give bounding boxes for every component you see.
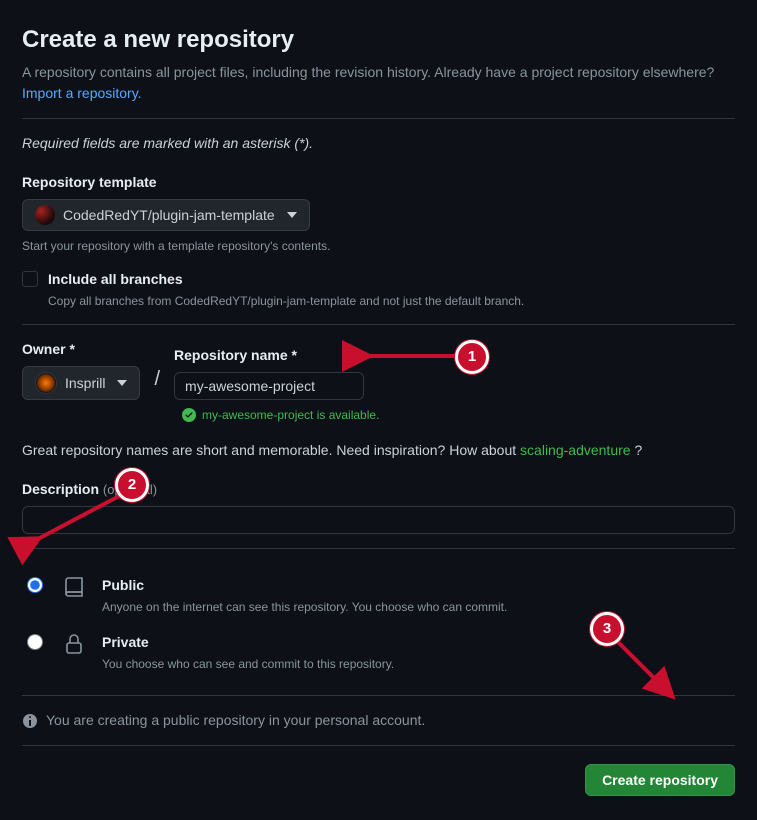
info-note-text: You are creating a public repository in … bbox=[46, 710, 425, 731]
visibility-public-title: Public bbox=[102, 575, 507, 596]
description-label: Description bbox=[22, 481, 99, 497]
visibility-section: Public Anyone on the internet can see th… bbox=[22, 567, 735, 681]
page-title: Create a new repository bbox=[22, 22, 735, 58]
visibility-private-title: Private bbox=[102, 632, 394, 653]
visibility-private-row[interactable]: Private You choose who can see and commi… bbox=[22, 624, 735, 681]
template-selected-value: CodedRedYT/plugin-jam-template bbox=[63, 207, 275, 223]
owner-name: Insprill bbox=[65, 375, 105, 391]
divider bbox=[22, 118, 735, 119]
template-select[interactable]: CodedRedYT/plugin-jam-template bbox=[22, 199, 310, 231]
suggested-name-link[interactable]: scaling-adventure bbox=[520, 442, 631, 458]
divider bbox=[22, 324, 735, 325]
inspiration-prefix: Great repository names are short and mem… bbox=[22, 442, 520, 458]
include-branches-row: Include all branches Copy all branches f… bbox=[22, 269, 735, 310]
create-repo-form: Create a new repository A repository con… bbox=[0, 0, 757, 820]
repo-name-label: Repository name * bbox=[174, 345, 364, 366]
include-branches-desc: Copy all branches from CodedRedYT/plugin… bbox=[48, 292, 524, 310]
visibility-private-radio[interactable] bbox=[27, 634, 43, 650]
owner-select[interactable]: Insprill bbox=[22, 366, 140, 400]
form-actions: Create repository bbox=[22, 764, 735, 796]
subtitle-text: A repository contains all project files,… bbox=[22, 64, 714, 80]
lock-icon bbox=[60, 632, 88, 656]
import-repo-link[interactable]: Import a repository. bbox=[22, 85, 142, 101]
caret-down-icon bbox=[117, 380, 127, 386]
repo-availability: my-awesome-project is available. bbox=[182, 406, 735, 424]
create-repository-button[interactable]: Create repository bbox=[585, 764, 735, 796]
info-note-row: You are creating a public repository in … bbox=[22, 710, 735, 731]
include-branches-label: Include all branches bbox=[48, 269, 524, 290]
owner-avatar-icon bbox=[35, 372, 57, 394]
path-separator: / bbox=[152, 364, 162, 400]
template-section: Repository template CodedRedYT/plugin-ja… bbox=[22, 172, 735, 255]
repo-name-input[interactable] bbox=[174, 372, 364, 400]
info-icon bbox=[22, 713, 38, 729]
name-inspiration: Great repository names are short and mem… bbox=[22, 440, 735, 461]
page-subtitle: A repository contains all project files,… bbox=[22, 62, 735, 104]
check-circle-icon bbox=[182, 408, 196, 422]
caret-down-icon bbox=[287, 212, 297, 218]
visibility-public-desc: Anyone on the internet can see this repo… bbox=[102, 598, 507, 616]
repo-availability-msg: my-awesome-project is available. bbox=[202, 406, 379, 424]
template-label: Repository template bbox=[22, 172, 735, 193]
include-branches-checkbox[interactable] bbox=[22, 271, 38, 287]
owner-repo-row: Owner * Insprill / Repository name * bbox=[22, 339, 735, 400]
description-optional: (optional) bbox=[103, 482, 157, 497]
required-fields-note: Required fields are marked with an aster… bbox=[22, 133, 735, 154]
owner-label: Owner * bbox=[22, 339, 140, 360]
description-input[interactable] bbox=[22, 506, 735, 534]
template-hint: Start your repository with a template re… bbox=[22, 237, 735, 255]
visibility-public-radio[interactable] bbox=[27, 577, 43, 593]
repo-public-icon bbox=[60, 575, 88, 599]
visibility-private-desc: You choose who can see and commit to thi… bbox=[102, 655, 394, 673]
template-owner-avatar-icon bbox=[35, 205, 55, 225]
description-section: Description (optional) bbox=[22, 479, 735, 534]
divider bbox=[22, 745, 735, 746]
visibility-public-row[interactable]: Public Anyone on the internet can see th… bbox=[22, 567, 735, 624]
divider bbox=[22, 695, 735, 696]
divider bbox=[22, 548, 735, 549]
inspiration-suffix: ? bbox=[634, 442, 642, 458]
